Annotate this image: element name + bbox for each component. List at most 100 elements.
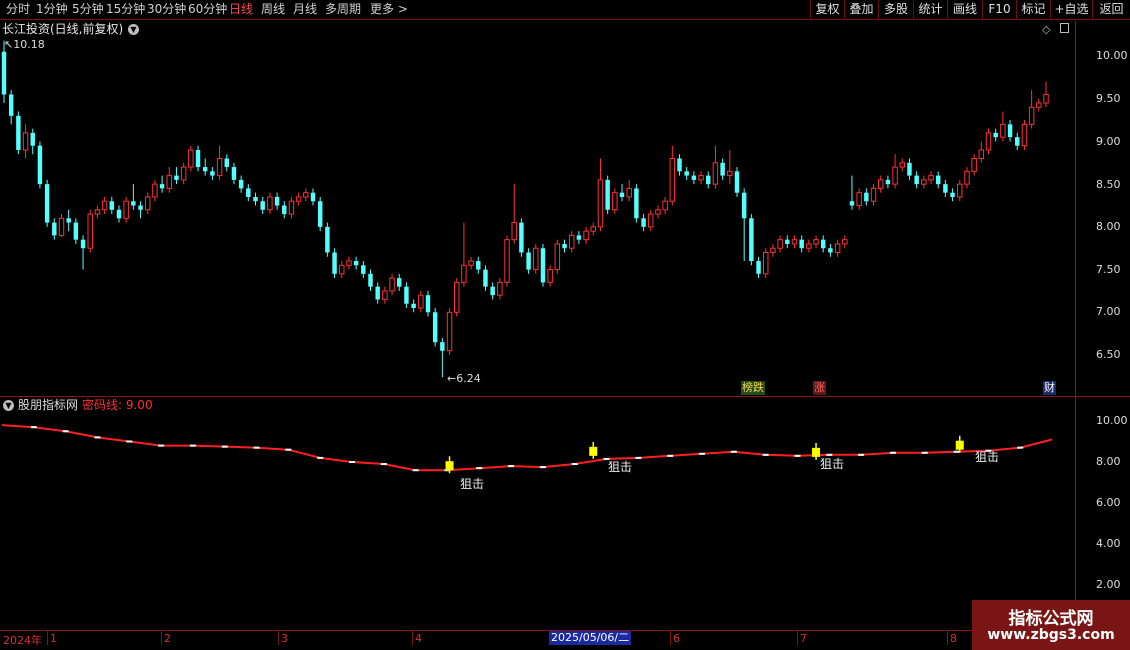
candle-up	[856, 192, 862, 206]
candle-down	[490, 286, 495, 296]
candle-down	[253, 196, 258, 202]
timeframe-more[interactable]: 更多 >	[370, 0, 408, 19]
candle-down	[411, 303, 416, 309]
date-month-label: 4	[415, 632, 422, 645]
multi-stock-button[interactable]: 多股	[878, 0, 913, 19]
candle-up	[58, 217, 65, 236]
indicator-chart[interactable]	[0, 397, 1075, 630]
candle-up	[712, 162, 719, 185]
date-year-label: 2024年	[3, 634, 42, 647]
candle-down	[353, 261, 359, 266]
candle-down	[317, 201, 323, 227]
add-watchlist-button[interactable]: +自选	[1050, 0, 1092, 19]
candle-up	[957, 183, 963, 198]
candle-down	[260, 201, 265, 210]
timeframe-weekly[interactable]: 周线	[261, 0, 285, 19]
candle-up	[648, 213, 654, 228]
mima-line-tick	[635, 456, 642, 459]
candle-up	[267, 196, 273, 211]
candle-up	[655, 209, 661, 215]
candle-down	[432, 312, 438, 343]
candle-up	[87, 213, 93, 249]
timeframe-daily[interactable]: 日线	[229, 0, 253, 19]
badge-bangdie[interactable]: 榜跌	[741, 381, 765, 395]
price-label: 9.50	[1096, 92, 1121, 105]
candle-up	[727, 170, 733, 177]
candle-up	[964, 170, 970, 185]
mima-line-tick	[889, 451, 896, 454]
candle-up	[813, 239, 819, 245]
timeframe-monthly[interactable]: 月线	[293, 0, 317, 19]
low-price-annotation: ←6.24	[447, 372, 481, 385]
candle-up	[669, 158, 676, 202]
badge-cai[interactable]: 财	[1043, 381, 1056, 395]
mark-button[interactable]: 标记	[1016, 0, 1050, 19]
back-button[interactable]: 返回	[1092, 0, 1130, 19]
high-price-label: 10.18	[13, 38, 45, 51]
candle-up	[978, 149, 985, 160]
candle-down	[706, 175, 711, 185]
candle-up	[877, 179, 884, 189]
timeframe-5min[interactable]: 5分钟	[72, 0, 104, 19]
candle-up	[583, 230, 589, 241]
date-tick	[47, 631, 48, 645]
candle-down	[756, 261, 761, 274]
overlay-button[interactable]: 叠加	[844, 0, 878, 19]
candle-down	[799, 239, 804, 249]
stats-button[interactable]: 统计	[913, 0, 947, 19]
candle-up	[590, 226, 596, 232]
candle-down	[73, 222, 79, 240]
indicator-axis-label: 8.00	[1096, 455, 1121, 468]
candle-up	[971, 158, 977, 172]
candle-down	[540, 248, 546, 283]
candle-up	[216, 158, 223, 177]
candle-up	[892, 166, 898, 185]
mima-line-tick	[1017, 446, 1024, 449]
candle-up	[698, 175, 704, 181]
candle-down	[828, 248, 833, 253]
fuquan-button[interactable]: 复权	[810, 0, 844, 19]
candle-up	[1000, 123, 1006, 138]
price-label: 7.50	[1096, 263, 1121, 276]
candle-down	[576, 235, 582, 240]
mima-line-tick	[380, 463, 387, 466]
date-month-label: 3	[281, 632, 288, 645]
badge-zhang[interactable]: 涨	[813, 381, 826, 395]
timeframe-15min[interactable]: 15分钟	[106, 0, 145, 19]
f10-button[interactable]: F10	[982, 0, 1016, 19]
mima-line-tick	[921, 451, 928, 454]
candle-down	[849, 201, 855, 206]
candle-down	[993, 132, 998, 138]
timeframe-30min[interactable]: 30分钟	[147, 0, 186, 19]
candle-up	[180, 166, 187, 181]
candle-down	[37, 145, 43, 185]
indicator-axis-label: 10.00	[1096, 414, 1128, 427]
date-tick	[947, 631, 948, 645]
candle-up	[806, 243, 812, 249]
candle-down	[138, 205, 143, 210]
draw-line-button[interactable]: 画线	[947, 0, 982, 19]
watermark-url: www.zbgs3.com	[987, 627, 1115, 643]
candle-up	[101, 200, 108, 211]
candle-up	[568, 234, 575, 249]
timeframe-multi[interactable]: 多周期	[325, 0, 361, 19]
candle-down	[246, 188, 251, 197]
candle-down	[476, 261, 481, 270]
mima-line-tick	[285, 448, 292, 451]
timeframe-60min[interactable]: 60分钟	[188, 0, 227, 19]
signal-label: 狙击	[820, 457, 845, 471]
candlestick-chart[interactable]	[0, 21, 1075, 396]
candle-up	[468, 260, 474, 266]
candle-up	[612, 192, 618, 211]
candle-up	[777, 239, 783, 249]
timeframe-fenshi[interactable]: 分时	[6, 0, 30, 19]
candle-up	[339, 264, 345, 275]
mima-line-tick	[158, 444, 165, 447]
candle-down	[562, 243, 567, 249]
candle-up	[1021, 123, 1028, 147]
candle-down	[691, 175, 697, 180]
candle-down	[325, 226, 330, 253]
timeframe-1min[interactable]: 1分钟	[36, 0, 68, 19]
candle-down	[1015, 137, 1020, 146]
candle-down	[734, 171, 740, 193]
